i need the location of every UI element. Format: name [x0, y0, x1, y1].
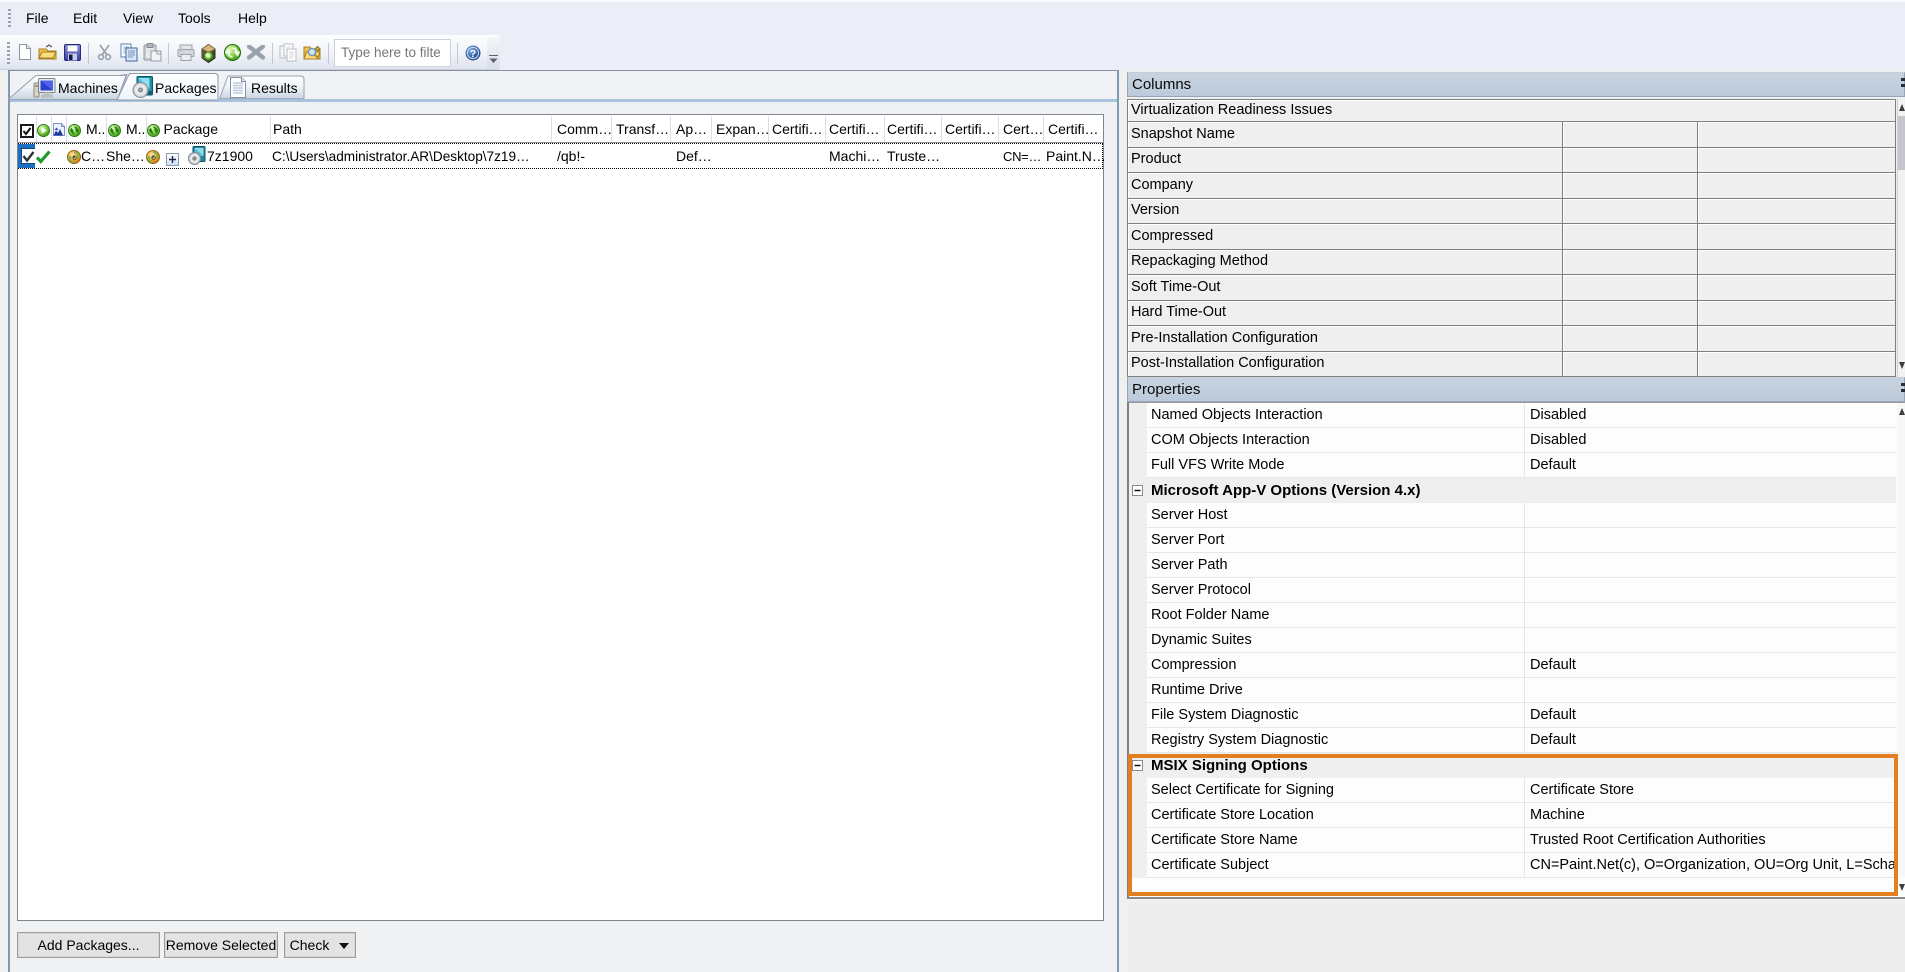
svg-text:?: ?	[470, 48, 476, 60]
